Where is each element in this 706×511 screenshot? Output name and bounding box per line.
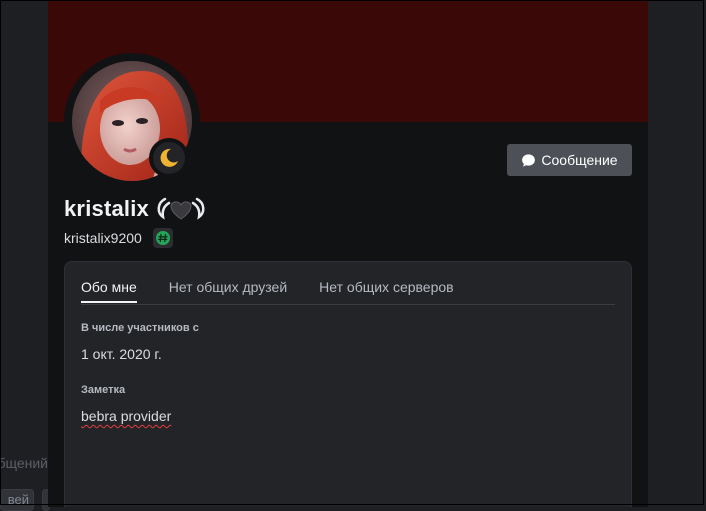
member-since-title: В числе участников с [81, 322, 199, 334]
heart-with-wings-emoji [157, 197, 205, 220]
username[interactable]: kristalix9200 [64, 230, 142, 246]
crescent-moon-icon [160, 148, 178, 167]
note-title: Заметка [81, 384, 126, 396]
hashtag-badge-icon[interactable] [152, 228, 173, 248]
avatar-container[interactable] [64, 53, 200, 189]
username-row: kristalix9200 [64, 227, 173, 249]
tab-mutual-friends[interactable]: Нет общих друзей [169, 274, 287, 303]
profile-info-card: Обо мне Нет общих друзей Нет общих серве… [64, 261, 632, 507]
tab-mutual-servers[interactable]: Нет общих серверов [319, 274, 453, 303]
background-partial-chip[interactable]: вей [0, 489, 34, 511]
user-profile-modal: Сообщение kristalix kristalix9200 Обо мн… [48, 0, 648, 507]
display-name: kristalix [64, 196, 149, 221]
chat-bubble-icon [522, 153, 536, 167]
status-indicator [149, 138, 189, 178]
tab-about-me[interactable]: Обо мне [81, 274, 137, 303]
message-button[interactable]: Сообщение [507, 144, 632, 176]
display-name-row: kristalix [64, 193, 209, 225]
note-input[interactable]: bebra provider [81, 408, 171, 424]
member-since-value: 1 окт. 2020 г. [81, 346, 162, 362]
note-text: bebra provider [81, 408, 172, 424]
profile-tabs: Обо мне Нет общих друзей Нет общих серве… [81, 274, 615, 305]
background-partial-text: общений [0, 455, 48, 471]
message-button-label: Сообщение [541, 152, 618, 168]
